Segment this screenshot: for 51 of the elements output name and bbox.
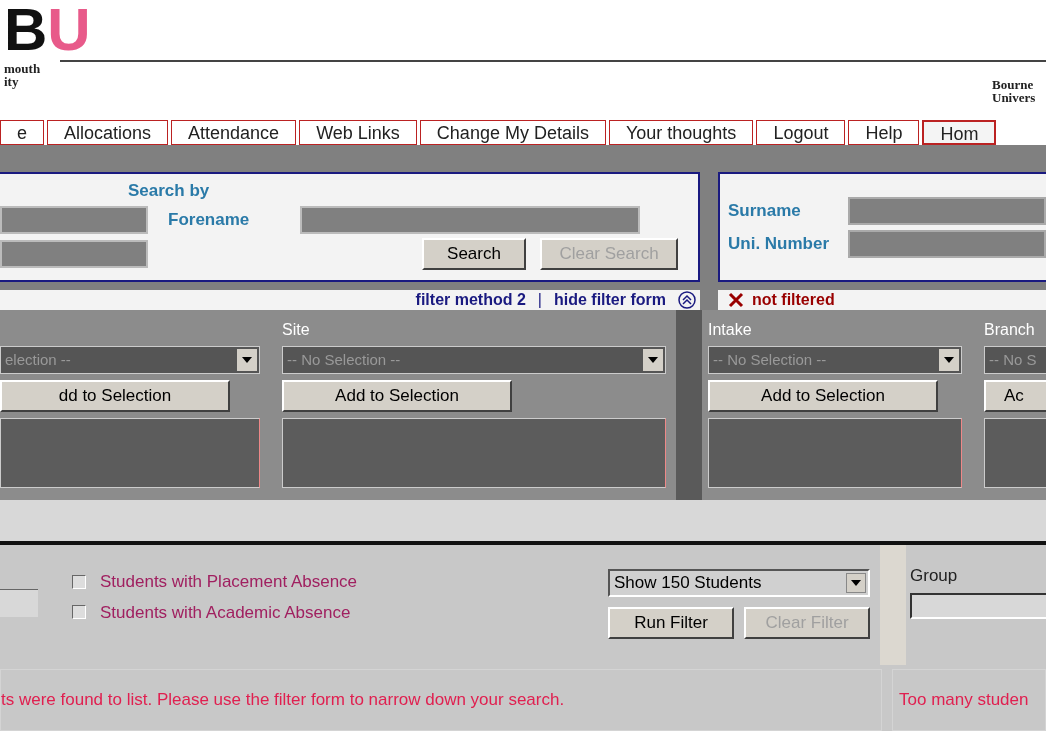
university-name: ity bbox=[4, 75, 20, 88]
nav-tab[interactable]: Logout bbox=[756, 120, 846, 145]
university-name: Bourne bbox=[992, 78, 1035, 91]
selection-list[interactable] bbox=[282, 418, 666, 488]
nav-tab[interactable]: Attendance bbox=[171, 120, 297, 145]
filter-label: Site bbox=[282, 321, 310, 338]
checkbox-label: Students with Placement Absence bbox=[100, 571, 358, 593]
error-message: Too many studen bbox=[899, 689, 1029, 712]
filter-status: not filtered bbox=[752, 290, 835, 310]
nav-tab[interactable]: Web Links bbox=[299, 120, 417, 145]
collapse-icon bbox=[678, 291, 696, 309]
nav-tab[interactable]: Change My Details bbox=[419, 120, 606, 145]
students-dropdown[interactable]: Show 150 Students bbox=[608, 569, 870, 597]
action-button[interactable]: Run Filter bbox=[608, 607, 734, 639]
nav-tab[interactable]: Your thoughts bbox=[608, 120, 754, 145]
field-label: Forename bbox=[168, 208, 251, 231]
link-separator: | bbox=[537, 290, 542, 310]
text-field[interactable] bbox=[0, 589, 38, 617]
checkbox-label: Students with Academic Absence bbox=[100, 601, 351, 624]
text-field[interactable] bbox=[0, 239, 148, 268]
university-name: Univers bbox=[992, 91, 1037, 104]
hide-filter-link[interactable]: hide filter form bbox=[554, 288, 666, 312]
checkbox[interactable] bbox=[72, 605, 86, 620]
selection-list[interactable] bbox=[708, 418, 962, 488]
university-name: mouth bbox=[4, 62, 42, 75]
action-button[interactable]: Add to Selection bbox=[708, 380, 938, 412]
search-heading: Search by bbox=[128, 180, 211, 202]
group-label: Group bbox=[910, 565, 959, 587]
selection-list[interactable] bbox=[0, 418, 260, 488]
cross-icon bbox=[728, 292, 744, 308]
field-label: Uni. Number bbox=[728, 232, 831, 255]
nav-tab[interactable]: Hom bbox=[922, 120, 997, 145]
filter-label: Branch bbox=[984, 321, 1035, 338]
filter-method-link[interactable]: filter method 2 bbox=[415, 288, 526, 312]
logo: BU bbox=[4, 0, 91, 62]
action-button[interactable]: Search bbox=[422, 237, 526, 270]
text-field[interactable] bbox=[0, 205, 148, 234]
nav-tab[interactable]: e bbox=[0, 120, 44, 145]
action-button[interactable]: dd to Selection bbox=[0, 380, 230, 412]
text-field[interactable] bbox=[848, 196, 1046, 225]
action-button[interactable]: Ac bbox=[984, 380, 1046, 412]
field-label: Surname bbox=[728, 199, 802, 222]
filter-label: Intake bbox=[708, 321, 752, 338]
nav-tab[interactable]: Help bbox=[848, 120, 920, 145]
action-button[interactable]: Add to Selection bbox=[282, 380, 512, 412]
text-field[interactable] bbox=[300, 205, 640, 234]
nav-tab[interactable]: Allocations bbox=[47, 120, 169, 145]
error-message: ts were found to list. Please use the filter form to narrow down your search. bbox=[1, 689, 565, 712]
text-field[interactable] bbox=[848, 229, 1046, 258]
group-field[interactable] bbox=[910, 592, 1046, 619]
checkbox[interactable] bbox=[72, 574, 86, 589]
